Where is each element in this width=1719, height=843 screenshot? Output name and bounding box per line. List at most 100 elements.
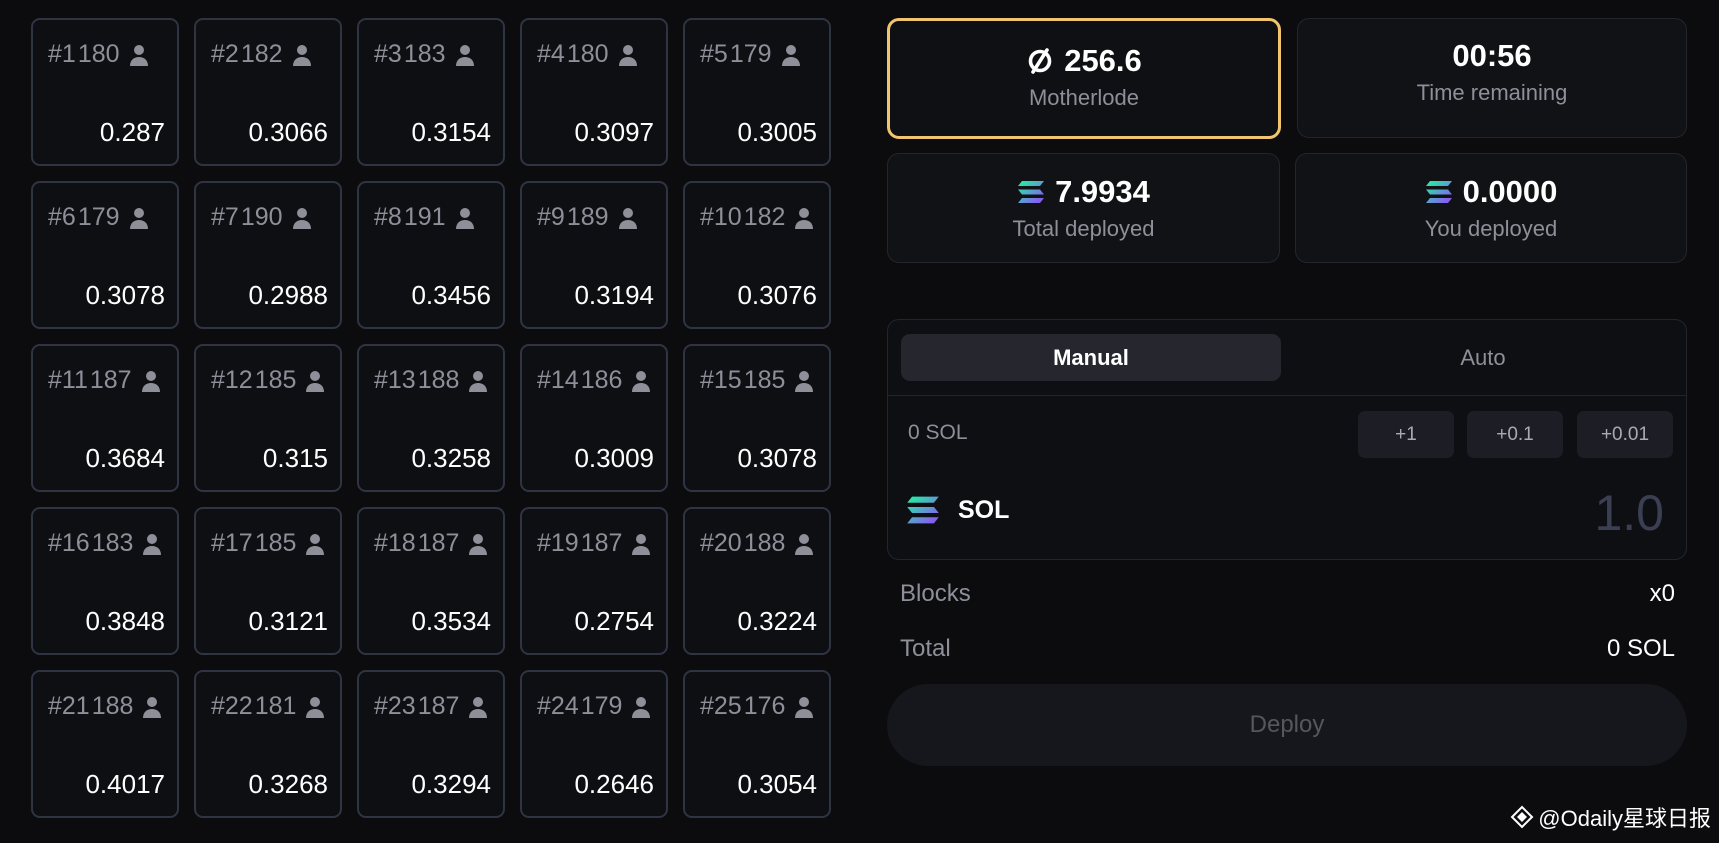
tile-id: #10: [700, 203, 742, 231]
tile-value: 0.2646: [574, 769, 654, 799]
block-tile[interactable]: #14 186 0.3009: [520, 344, 668, 492]
block-tile[interactable]: #19 187 0.2754: [520, 507, 668, 655]
tile-value: 0.3224: [737, 606, 817, 636]
block-tile[interactable]: #2 182 0.3066: [194, 18, 342, 166]
add-0.1-button[interactable]: +0.1: [1467, 411, 1563, 458]
tile-value: 0.3534: [411, 606, 491, 636]
block-tile[interactable]: #8 191 0.3456: [357, 181, 505, 329]
person-icon: [469, 370, 488, 392]
tile-id: #15: [700, 366, 742, 394]
block-tile[interactable]: #23 187 0.3294: [357, 670, 505, 818]
person-icon: [795, 696, 814, 718]
tile-id: #17: [211, 529, 253, 557]
block-tile[interactable]: #5 179 0.3005: [683, 18, 831, 166]
block-tile[interactable]: #20 188 0.3224: [683, 507, 831, 655]
tile-value: 0.3258: [411, 443, 491, 473]
tile-id: #7: [211, 203, 239, 231]
tile-miner-count: 187: [580, 529, 623, 557]
person-icon: [795, 370, 814, 392]
tile-id: #20: [700, 529, 742, 557]
divider: [888, 395, 1686, 396]
timer-label: Time remaining: [1416, 80, 1568, 105]
block-tile[interactable]: #4 180 0.3097: [520, 18, 668, 166]
tile-value: 0.3684: [85, 443, 165, 473]
person-icon: [292, 207, 311, 229]
tile-miner-count: 191: [403, 203, 446, 231]
tab-auto[interactable]: Auto: [1293, 334, 1673, 381]
blocks-label: Blocks: [900, 580, 971, 607]
tile-miner-count: 182: [743, 203, 786, 231]
deploy-button[interactable]: Deploy: [887, 684, 1687, 766]
total-deployed-card: 7.9934 Total deployed: [887, 153, 1280, 263]
tile-miner-count: 187: [417, 692, 460, 720]
you-deployed-card: 0.0000 You deployed: [1295, 153, 1687, 263]
tile-id: #12: [211, 366, 253, 394]
person-icon: [781, 44, 800, 66]
tile-id: #3: [374, 40, 402, 68]
block-tile[interactable]: #21 188 0.4017: [31, 670, 179, 818]
tile-header: #4 180: [537, 40, 658, 69]
tile-header: #7 190: [211, 203, 332, 232]
tile-header: #1 180: [48, 40, 169, 69]
tile-header: #17 185: [211, 529, 332, 558]
block-tile[interactable]: #11 187 0.3684: [31, 344, 179, 492]
add-0.01-button[interactable]: +0.01: [1577, 411, 1673, 458]
tile-header: #23 187: [374, 692, 495, 721]
block-tile[interactable]: #10 182 0.3076: [683, 181, 831, 329]
total-label: Total: [900, 635, 951, 662]
tile-id: #24: [537, 692, 579, 720]
total-deployed-label: Total deployed: [1012, 216, 1155, 241]
tile-header: #20 188: [700, 529, 821, 558]
tile-header: #11 187: [48, 366, 169, 395]
block-tile[interactable]: #13 188 0.3258: [357, 344, 505, 492]
block-tile[interactable]: #9 189 0.3194: [520, 181, 668, 329]
block-tile[interactable]: #12 185 0.315: [194, 344, 342, 492]
tile-miner-count: 181: [254, 692, 297, 720]
person-icon: [469, 696, 488, 718]
blocks-row: Blocks x0: [900, 580, 1675, 608]
tile-id: #11: [48, 366, 88, 394]
motherlode-card: 256.6 Motherlode: [887, 18, 1281, 139]
person-icon: [632, 370, 651, 392]
total-row: Total 0 SOL: [900, 635, 1675, 663]
block-tile[interactable]: #16 183 0.3848: [31, 507, 179, 655]
total-value: 0 SOL: [1606, 635, 1675, 662]
person-icon: [455, 44, 474, 66]
block-tile[interactable]: #1 180 0.287: [31, 18, 179, 166]
tile-value: 0.3268: [248, 769, 328, 799]
block-tile[interactable]: #6 179 0.3078: [31, 181, 179, 329]
block-tile[interactable]: #24 179 0.2646: [520, 670, 668, 818]
solana-icon: [907, 496, 939, 524]
tab-manual[interactable]: Manual: [901, 334, 1281, 381]
block-tile[interactable]: #18 187 0.3534: [357, 507, 505, 655]
block-tile[interactable]: #7 190 0.2988: [194, 181, 342, 329]
sol-amount-input[interactable]: [1462, 480, 1666, 546]
block-tile[interactable]: #3 183 0.3154: [357, 18, 505, 166]
tile-value: 0.3076: [737, 280, 817, 310]
add-1-button[interactable]: +1: [1358, 411, 1454, 458]
watermark-text: @Odaily星球日报: [1538, 806, 1711, 831]
tile-miner-count: 179: [729, 40, 772, 68]
block-tile[interactable]: #15 185 0.3078: [683, 344, 831, 492]
person-icon: [306, 696, 325, 718]
tile-id: #13: [374, 366, 416, 394]
tile-header: #18 187: [374, 529, 495, 558]
person-icon: [306, 370, 325, 392]
tile-header: #6 179: [48, 203, 169, 232]
person-icon: [618, 207, 637, 229]
tile-value: 0.3097: [574, 117, 654, 147]
block-tile[interactable]: #22 181 0.3268: [194, 670, 342, 818]
tile-value: 0.3294: [411, 769, 491, 799]
solana-icon: [1425, 181, 1452, 203]
ore-icon: [1028, 48, 1052, 74]
tile-value: 0.3078: [737, 443, 817, 473]
tile-id: #6: [48, 203, 76, 231]
timer-card: 00:56 Time remaining: [1297, 18, 1687, 138]
person-icon: [795, 207, 814, 229]
tile-id: #14: [537, 366, 579, 394]
block-tile[interactable]: #25 176 0.3054: [683, 670, 831, 818]
block-tile[interactable]: #17 185 0.3121: [194, 507, 342, 655]
person-icon: [306, 533, 325, 555]
tile-value: 0.3456: [411, 280, 491, 310]
tile-value: 0.315: [262, 443, 328, 473]
